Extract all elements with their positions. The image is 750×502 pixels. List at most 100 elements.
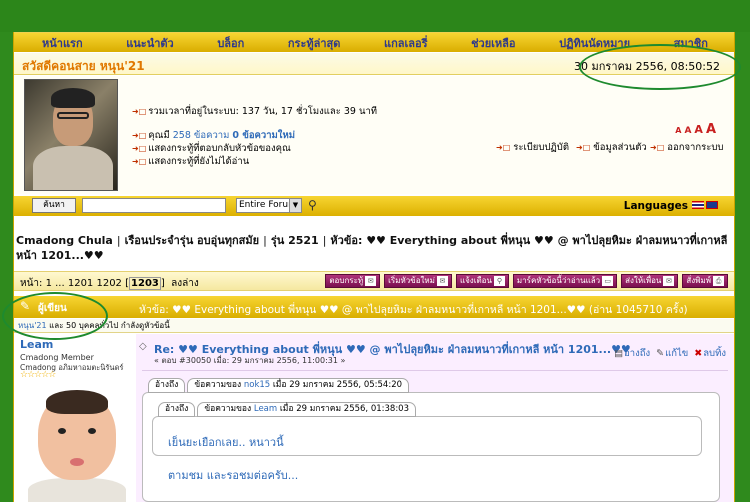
reply-button[interactable]: ตอบกระทู้ ✉ <box>325 274 381 288</box>
replies-link-text[interactable]: แสดงกระทู้ที่ตอบกลับหัวข้อของคุณ <box>148 143 291 154</box>
delete-button[interactable]: ✖ลบทิ้ง <box>694 346 726 361</box>
main-nav: หน้าแรก แนะนำตัว บล็อก กระทู้ล่าสุด แกลเ… <box>14 32 734 52</box>
welcome-bar: สวัสดีคอนสาย หนุน'21 30 มกราคม 2556, 08:… <box>14 53 734 75</box>
viewers-rest: และ 50 บุคคลทั่วไป กำลังดูหัวข้อนี้ <box>49 321 170 330</box>
profile-panel: ➜□ รวมเวลาที่อยู่ในระบบ: 137 วัน, 17 ชั่ว… <box>14 76 734 194</box>
reply-button-label: ตอบกระทู้ <box>329 276 364 285</box>
delete-button-label: ลบทิ้ง <box>703 348 726 359</box>
arrow-icon: ➜□ <box>132 144 147 153</box>
nav-blog[interactable]: บล็อก <box>217 34 244 52</box>
forum-page: หน้าแรก แนะนำตัว บล็อก กระทู้ล่าสุด แกลเ… <box>13 32 735 502</box>
search-scope-select[interactable]: Entire Forum ▼ <box>236 198 302 213</box>
welcome-greeting: สวัสดีคอนสาย หนุน'21 <box>22 59 145 73</box>
avatar-body <box>28 478 126 502</box>
nav-home[interactable]: หน้าแรก <box>42 34 83 52</box>
thai-flag-icon[interactable] <box>692 201 704 209</box>
post-icon: ◇ <box>139 341 147 352</box>
breadcrumb-item[interactable]: Cmadong Chula <box>16 234 113 247</box>
current-datetime: 30 มกราคม 2556, 08:50:52 <box>574 60 720 73</box>
quote-header-outer: อ้างถึง ข้อความของ nok15 เมื่อ 29 มกราคม… <box>148 378 410 393</box>
rules-link[interactable]: ➜□ ระเบียบปฏิบัติ <box>496 140 569 155</box>
profile-link-text[interactable]: ข้อมูลส่วนตัว <box>593 142 646 153</box>
quote-user[interactable]: nok15 <box>244 380 270 390</box>
avatar-mouth <box>70 458 84 466</box>
page-links[interactable]: หน้า: 1 ... 1201 1202 <box>20 278 122 289</box>
quote-user[interactable]: Leam <box>254 404 277 414</box>
nav-gallery[interactable]: แกลเลอรี่ <box>384 34 428 52</box>
nav-intro[interactable]: แนะนำตัว <box>126 34 174 52</box>
print-button[interactable]: สั่งพิมพ์ ⎙ <box>682 274 728 288</box>
font-size-m[interactable]: A <box>694 123 703 136</box>
pagination: หน้า: 1 ... 1201 1202 [1203] ลงล่าง <box>20 277 199 290</box>
edit-button[interactable]: ✎แก้ไข <box>656 346 688 361</box>
nav-members[interactable]: สมาชิก <box>674 34 708 52</box>
unread-link-text[interactable]: แสดงกระทู้ที่ยังไม่ได้อ่าน <box>148 156 249 167</box>
avatar-glasses <box>57 112 89 119</box>
font-size-xs[interactable]: A <box>675 126 681 135</box>
author-column-header: ผู้เขียน <box>38 303 67 314</box>
poster-name[interactable]: Leam <box>20 338 53 351</box>
go-down-link[interactable]: ลงล่าง <box>171 278 199 289</box>
quote-time[interactable]: เมื่อ 29 มกราคม 2556, 05:54:20 <box>273 380 402 390</box>
arrow-icon: ➜□ <box>132 131 147 140</box>
avatar-hair <box>46 390 108 414</box>
mark-read-button[interactable]: มาร์คหัวข้อนี้ว่าอ่านแล้ว ▭ <box>512 274 618 288</box>
logout-link[interactable]: ➜□ ออกจากระบบ <box>650 140 723 155</box>
search-bar: ค้นหา Entire Forum ▼ ⚲ Languages <box>14 196 734 216</box>
font-size-l[interactable]: A <box>706 122 716 137</box>
arrow-icon: ➜□ <box>132 107 147 116</box>
logout-link-text[interactable]: ออกจากระบบ <box>667 142 723 153</box>
chevron-down-icon[interactable]: ▼ <box>289 199 301 212</box>
send-friend-button-label: ส่งให้เพื่อน <box>625 276 662 285</box>
avatar-eye <box>58 428 66 434</box>
nav-recent[interactable]: กระทู้ล่าสุด <box>288 34 341 52</box>
nav-calendar[interactable]: ปฏิทินนัดหมาย <box>559 34 630 52</box>
breadcrumb-item[interactable]: รุ่น 2521 <box>271 234 319 247</box>
unread-link[interactable]: ➜□ แสดงกระทู้ที่ยังไม่ได้อ่าน <box>132 154 249 169</box>
avatar-shirt <box>33 146 113 190</box>
search-icon[interactable]: ⚲ <box>308 198 317 212</box>
notify-button[interactable]: แจ้งเตือน ⚲ <box>455 274 509 288</box>
poster-info: Leam Cmadong Member Cmadong อภิมหาอมตะนิ… <box>14 334 135 502</box>
edit-icon: ✎ <box>656 348 665 359</box>
quote-button-label: อ้างถึง <box>624 348 651 359</box>
search-input[interactable] <box>82 198 226 213</box>
new-topic-button[interactable]: เริ่มหัวข้อใหม่ ✉ <box>384 274 452 288</box>
arrow-icon: ➜□ <box>496 143 511 152</box>
notify-button-label: แจ้งเตือน <box>459 276 492 285</box>
print-button-label: สั่งพิมพ์ <box>686 276 711 285</box>
font-size-s[interactable]: A <box>684 126 691 136</box>
avatar-eye <box>88 428 96 434</box>
topic-icon: ✎ <box>20 299 31 313</box>
post-body: ◇ Re: ♥♥ Everything about พี่หนุน ♥♥ @ พ… <box>136 334 734 502</box>
post-divider <box>142 370 728 371</box>
total-time-text: รวมเวลาที่อยู่ในระบบ: 137 วัน, 17 ชั่วโม… <box>148 106 378 117</box>
new-topic-icon: ✉ <box>436 276 448 286</box>
breadcrumb-separator: | <box>322 234 327 247</box>
mark-read-icon: ▭ <box>602 276 614 286</box>
topic-header: ✎ ผู้เขียน หัวข้อ: ♥♥ Everything about พ… <box>14 296 734 318</box>
posts-new[interactable]: 0 ข้อความใหม่ <box>232 130 295 141</box>
rules-link-text[interactable]: ระเบียบปฏิบัติ <box>513 142 569 153</box>
search-button[interactable]: ค้นหา <box>32 198 76 213</box>
quote-time[interactable]: เมื่อ 29 มกราคม 2556, 01:38:03 <box>280 404 409 414</box>
viewers-line: หนุน'21 และ 50 บุคคลทั่วไป กำลังดูหัวข้อ… <box>14 319 734 333</box>
english-flag-icon[interactable] <box>706 201 718 209</box>
poster-rank: Cmadong Member <box>20 353 94 362</box>
quote-button[interactable]: ▤อ้างถึง <box>614 346 650 361</box>
edit-button-label: แก้ไข <box>665 348 689 359</box>
profile-link[interactable]: ➜□ ข้อมูลส่วนตัว <box>576 140 647 155</box>
delete-icon: ✖ <box>694 348 703 359</box>
languages-label: Languages <box>623 200 688 212</box>
posts-count[interactable]: 258 ข้อความ <box>173 130 230 141</box>
posts-prefix: คุณมี <box>148 130 170 141</box>
nav-help[interactable]: ช่วยเหลือ <box>471 34 515 52</box>
mark-read-button-label: มาร์คหัวข้อนี้ว่าอ่านแล้ว <box>516 276 601 285</box>
quote-tab: อ้างถึง <box>158 402 196 417</box>
send-friend-button[interactable]: ส่งให้เพื่อน ✉ <box>621 274 679 288</box>
viewer-user[interactable]: หนุน'21 <box>18 321 47 330</box>
user-avatar[interactable] <box>24 79 118 191</box>
quote-header-inner: อ้างถึง ข้อความของ Leam เมื่อ 29 มกราคม … <box>158 402 416 417</box>
poster-avatar[interactable] <box>18 388 132 502</box>
breadcrumb-item[interactable]: เรือนประจำรุ่น อบอุ่นทุกสมัย <box>125 234 260 247</box>
